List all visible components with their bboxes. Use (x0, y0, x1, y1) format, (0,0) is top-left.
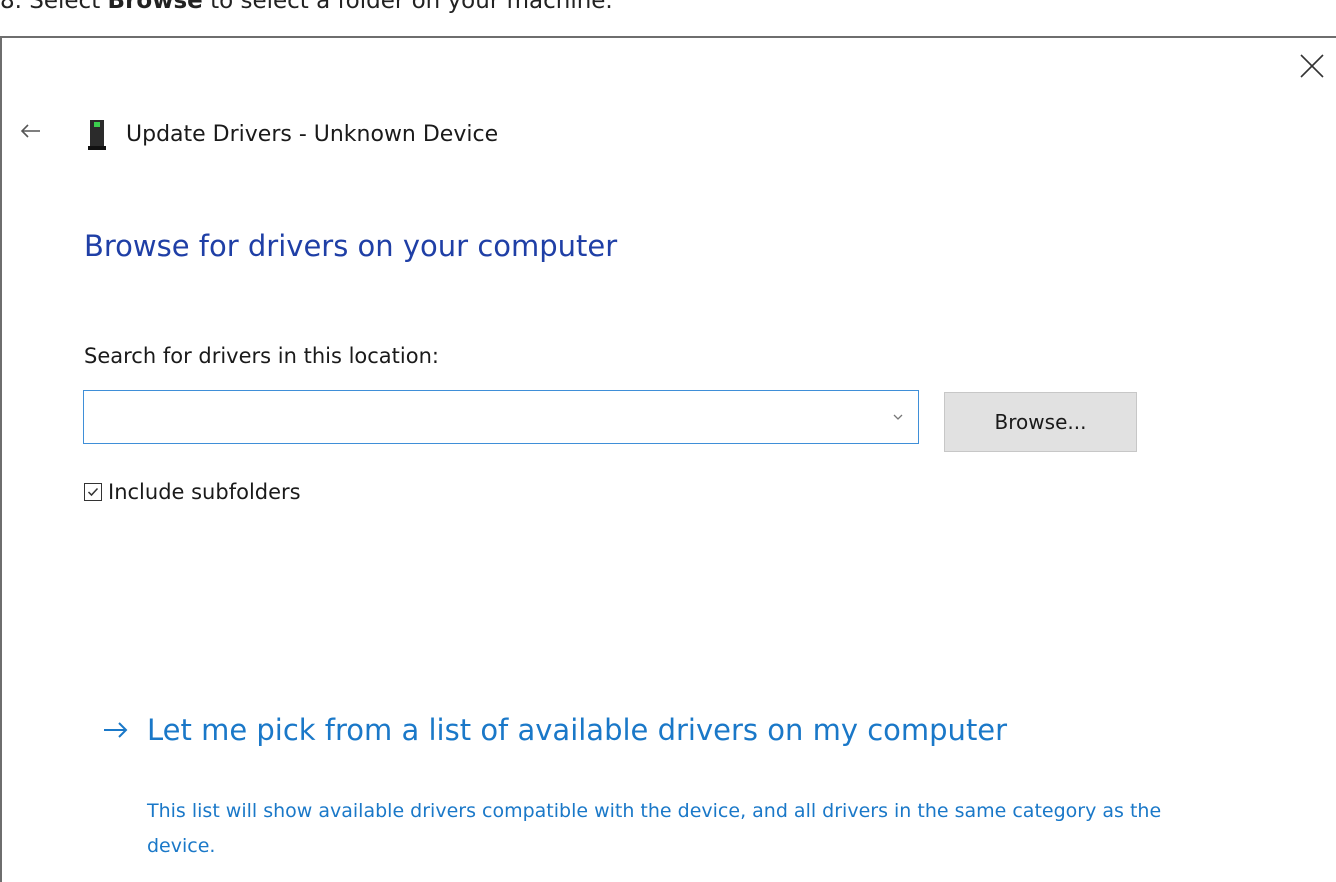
back-arrow-icon (20, 124, 40, 138)
checkbox-box[interactable] (84, 483, 102, 501)
arrow-right-icon (104, 722, 128, 738)
pick-from-list-title[interactable]: Let me pick from a list of available dri… (147, 708, 1007, 752)
pick-from-list-description: This list will show available drivers co… (147, 800, 1162, 857)
checkmark-icon (87, 487, 99, 497)
back-button[interactable] (16, 116, 46, 146)
driver-path-input[interactable] (84, 391, 894, 443)
browse-button[interactable]: Browse... (944, 392, 1137, 452)
page-heading: Browse for drivers on your computer (84, 229, 618, 263)
driver-path-combobox[interactable] (83, 390, 919, 444)
device-icon (88, 120, 106, 150)
close-icon (1300, 54, 1324, 78)
page: 8. Select Browse to select a folder on y… (0, 0, 1336, 882)
instruction-bold: Browse (107, 0, 203, 14)
instruction-text: 8. Select Browse to select a folder on y… (0, 0, 613, 16)
instruction-prefix: Select (29, 0, 101, 14)
chevron-down-icon[interactable] (890, 409, 906, 425)
update-drivers-dialog: Update Drivers - Unknown Device Browse f… (0, 36, 1336, 882)
close-button[interactable] (1294, 48, 1330, 84)
instruction-suffix: to select a folder on your machine. (210, 0, 613, 14)
window-title: Update Drivers - Unknown Device (126, 122, 499, 147)
include-subfolders-checkbox[interactable]: Include subfolders (84, 476, 301, 508)
include-subfolders-label: Include subfolders (108, 480, 301, 504)
search-location-label: Search for drivers in this location: (84, 344, 439, 368)
instruction-number: 8. (0, 0, 22, 14)
